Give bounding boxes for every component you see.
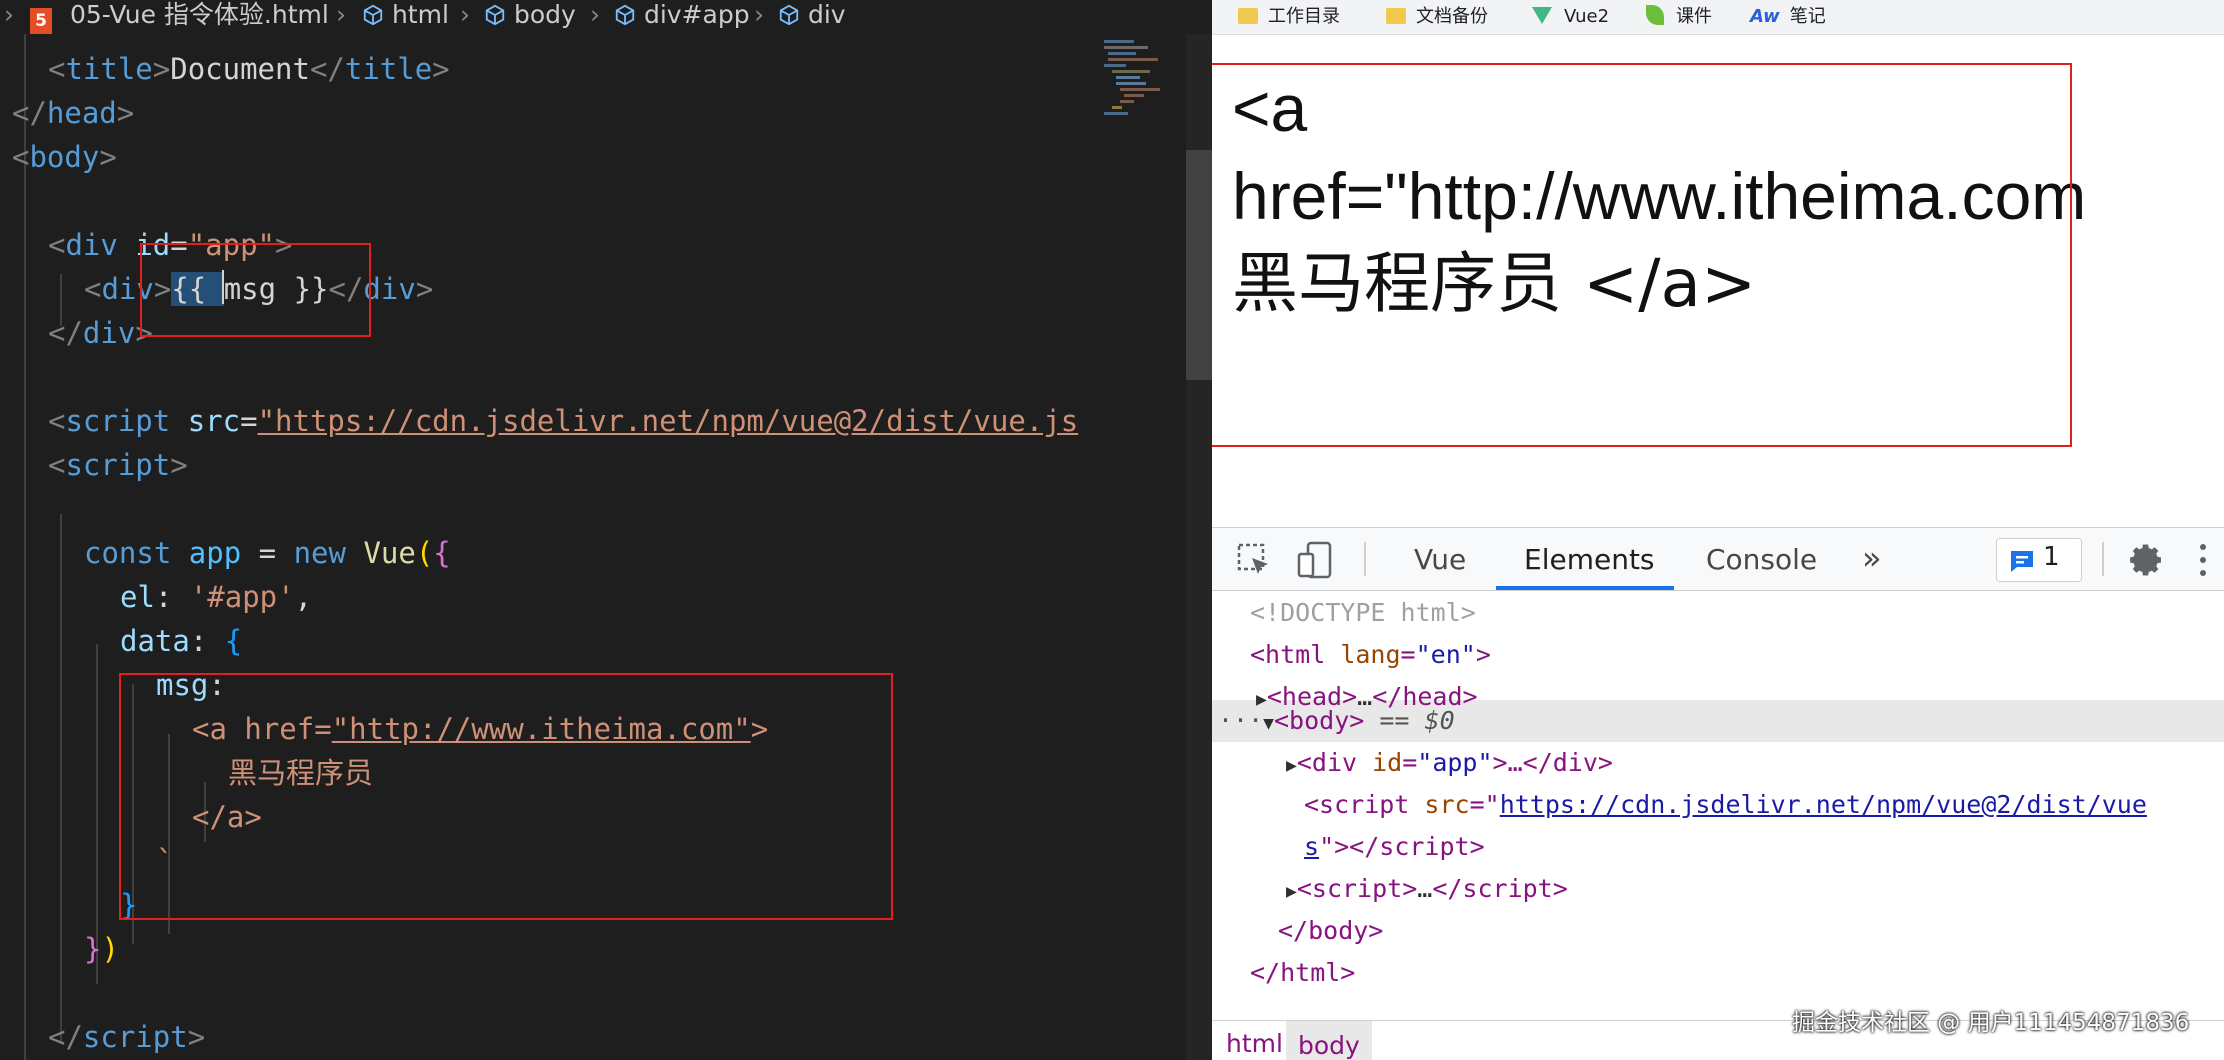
bookmark-item[interactable]: 工作目录 <box>1238 4 1340 30</box>
cube-icon <box>779 4 799 26</box>
code-line: el: '#app', <box>120 580 313 614</box>
code-line: </div> <box>48 316 153 350</box>
minimap-preview <box>1104 40 1160 115</box>
collapse-triangle-icon[interactable]: ▼ <box>1263 713 1274 734</box>
dom-node-body-close[interactable]: </body> <box>1278 910 1383 952</box>
devtools-crumb-html[interactable]: html <box>1226 1029 1283 1058</box>
dom-node-script[interactable]: ▶<script>…</script> <box>1286 868 1568 910</box>
cube-icon <box>615 4 635 26</box>
folder-icon <box>1386 8 1406 24</box>
bookmark-label: 工作目录 <box>1268 6 1340 27</box>
indent-guide <box>60 514 62 1044</box>
dom-node-html-close[interactable]: </html> <box>1250 952 1355 994</box>
device-toolbar-icon[interactable] <box>1296 540 1334 580</box>
dom-node-script-src[interactable]: <script src="https://cdn.jsdelivr.net/np… <box>1304 784 2147 826</box>
issues-button[interactable]: 1 <box>1996 538 2082 582</box>
bookmark-label: 笔记 <box>1789 6 1826 27</box>
expand-triangle-icon[interactable]: ▶ <box>1286 755 1297 776</box>
devtools-toolbar: Vue Elements Console » 1 <box>1212 528 2224 591</box>
breadcrumb-label: div <box>807 0 846 29</box>
leaf-icon <box>1646 5 1664 25</box>
chevron-right-icon: › <box>590 0 600 29</box>
inspect-element-icon[interactable] <box>1236 542 1272 578</box>
text-cursor <box>222 270 224 304</box>
more-tabs-icon[interactable]: » <box>1862 528 1882 590</box>
breadcrumb-item-html[interactable]: html <box>362 0 449 30</box>
devtools-panel: Vue Elements Console » 1 <!DOCTYPE html>… <box>1212 527 2224 1060</box>
dom-node-doctype[interactable]: <!DOCTYPE html> <box>1250 592 1476 634</box>
indent-guide <box>24 34 26 1060</box>
tab-vue[interactable]: Vue <box>1414 528 1466 590</box>
cube-icon <box>363 4 383 26</box>
breadcrumb-file-label: 05-Vue 指令体验.html <box>69 0 329 29</box>
dom-node-div-app[interactable]: ▶<div id="app">…</div> <box>1286 742 1613 784</box>
html5-icon: 5 <box>30 8 52 34</box>
editor-scrollbar-thumb[interactable] <box>1186 150 1212 380</box>
bookmark-label: 课件 <box>1676 6 1712 27</box>
watermark-text: 掘金技术社区 @ 用户111454871836 <box>1792 1010 2190 1036</box>
toolbar-separator <box>1364 542 1366 576</box>
highlight-box <box>140 243 371 337</box>
expand-triangle-icon[interactable]: ▶ <box>1286 881 1297 902</box>
bookmark-item[interactable]: Aw 笔记 <box>1750 4 1826 30</box>
breadcrumb-label: body <box>513 0 576 29</box>
dom-node-body[interactable]: ···▼<body> == $0 <box>1218 700 1455 742</box>
chevron-right-icon: › <box>754 0 764 29</box>
minimap[interactable] <box>1090 34 1186 1060</box>
code-editor[interactable]: › 5 05-Vue 指令体验.html › html › body › div… <box>0 0 1212 1060</box>
code-line: <script src="https://cdn.jsdelivr.net/np… <box>48 404 1079 438</box>
more-options-icon[interactable] <box>2200 540 2208 580</box>
code-line: <script> <box>48 448 188 482</box>
folder-icon <box>1238 8 1258 24</box>
aw-logo-icon: Aw <box>1750 6 1780 27</box>
breadcrumb-item-divapp[interactable]: div#app <box>614 0 750 30</box>
breadcrumb-item-file[interactable]: 5 05-Vue 指令体验.html <box>30 0 329 34</box>
highlight-box <box>119 673 893 920</box>
devtools-crumb-body[interactable]: body <box>1286 1021 1372 1060</box>
bookmark-item[interactable]: 课件 <box>1646 4 1712 30</box>
tab-elements[interactable]: Elements <box>1524 528 1655 590</box>
browser-window: 工作目录 文档备份 Vue2 课件 Aw 笔记 <a href="http://w… <box>1212 0 2224 1060</box>
elements-dom-tree[interactable]: <!DOCTYPE html> <html lang="en"> ▶<head>… <box>1212 590 2224 1020</box>
issues-count: 1 <box>2043 542 2060 572</box>
chevron-right-icon: › <box>4 0 14 29</box>
gear-icon[interactable] <box>2128 542 2164 578</box>
code-line: }) <box>84 932 119 966</box>
chevron-right-icon: › <box>336 0 346 29</box>
code-line: </head> <box>12 96 135 130</box>
code-line: data: { <box>120 624 243 658</box>
bookmark-item[interactable]: 文档备份 <box>1386 4 1488 30</box>
bookmark-label: Vue2 <box>1564 6 1610 27</box>
breadcrumb-item-body[interactable]: body <box>484 0 576 30</box>
bookmark-item[interactable]: Vue2 <box>1532 4 1609 30</box>
toolbar-separator <box>2102 542 2104 576</box>
highlight-box <box>1212 63 2072 447</box>
message-icon <box>2011 551 2033 572</box>
code-line: const app = new Vue({ <box>84 536 451 570</box>
code-line: <body> <box>12 140 117 174</box>
dom-node-script-src-cont[interactable]: s"></script> <box>1304 826 1485 868</box>
breadcrumb-item-div[interactable]: div <box>778 0 846 30</box>
breadcrumb-label: html <box>391 0 449 29</box>
code-line: <title>Document</title> <box>48 52 450 86</box>
bookmarks-bar: 工作目录 文档备份 Vue2 课件 Aw 笔记 <box>1212 0 2224 35</box>
chevron-right-icon: › <box>460 0 470 29</box>
breadcrumb: › 5 05-Vue 指令体验.html › html › body › div… <box>0 0 1212 34</box>
cube-icon <box>485 4 505 26</box>
bookmark-label: 文档备份 <box>1416 6 1488 27</box>
code-line: </script> <box>48 1020 206 1054</box>
breadcrumb-label: div#app <box>643 0 750 29</box>
tab-console[interactable]: Console <box>1706 528 1817 590</box>
dom-node-html[interactable]: <html lang="en"> <box>1250 634 1491 676</box>
vue-logo-icon <box>1532 7 1552 24</box>
